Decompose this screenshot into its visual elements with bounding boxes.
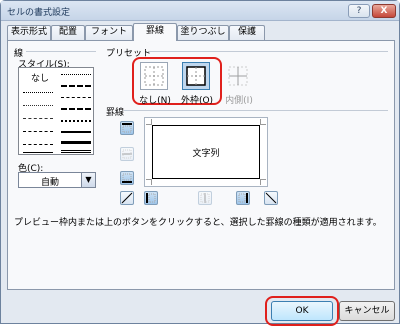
line-style-option[interactable]	[61, 141, 91, 144]
border-middle-horizontal-icon	[122, 149, 132, 159]
window-title: セルの書式設定	[7, 8, 71, 18]
color-dropdown[interactable]: 自動 ▼	[18, 172, 96, 188]
border-bottom-button[interactable]	[120, 171, 134, 185]
line-style-option[interactable]	[61, 97, 91, 98]
line-style-option[interactable]	[23, 152, 53, 153]
preset-group-divider	[148, 51, 388, 52]
line-style-option[interactable]	[61, 150, 91, 153]
help-note: プレビュー枠内または上のボタンをクリックすると、選択した罫線の種類が適用されます…	[14, 218, 382, 228]
line-style-option[interactable]	[23, 105, 53, 106]
diagonal-up-icon	[121, 192, 133, 204]
cancel-button[interactable]: キャンセル	[339, 301, 395, 321]
preview-corner-guide	[260, 119, 266, 125]
preview-corner-guide	[260, 179, 266, 185]
tab-number-format[interactable]: 表示形式	[7, 25, 51, 40]
line-style-option[interactable]	[61, 108, 91, 110]
tab-fill[interactable]: 塗りつぶし	[177, 25, 229, 40]
border-inside-icon	[228, 66, 248, 86]
preset-none-label: なし(N)	[139, 96, 171, 106]
format-cells-dialog: セルの書式設定 ? X 表示形式 配置 フォント 罫線 塗りつぶし 保護 線 ス…	[0, 0, 400, 326]
line-style-option[interactable]	[23, 131, 53, 132]
preview-corner-guide	[146, 179, 152, 185]
border-group-title: 罫線	[106, 108, 125, 118]
border-left-icon	[146, 193, 156, 203]
line-style-option[interactable]	[61, 120, 91, 122]
line-style-option[interactable]	[61, 74, 91, 75]
close-button[interactable]: X	[372, 4, 396, 18]
preset-outline-label: 外枠(O)	[180, 96, 214, 106]
color-value: 自動	[40, 178, 59, 188]
line-style-option[interactable]	[61, 85, 91, 87]
ok-button[interactable]: OK	[271, 301, 333, 321]
border-diagonal-up-button[interactable]	[120, 191, 134, 205]
help-button[interactable]: ?	[348, 4, 370, 18]
border-right-button[interactable]	[236, 191, 250, 205]
diagonal-down-icon	[265, 192, 277, 204]
line-style-option[interactable]	[23, 118, 53, 119]
border-bottom-icon	[122, 173, 132, 183]
border-none-icon	[144, 66, 164, 86]
line-group-divider	[26, 51, 96, 52]
border-preview[interactable]: 文字列	[144, 117, 268, 187]
line-style-option[interactable]	[23, 92, 53, 93]
border-middle-vertical-icon	[200, 193, 210, 203]
tab-alignment[interactable]: 配置	[51, 25, 85, 40]
preview-outline-frame: 文字列	[152, 125, 260, 179]
border-group-divider	[124, 110, 388, 111]
border-top-icon	[122, 123, 132, 133]
border-outline-icon	[186, 66, 206, 86]
border-middle-horizontal-button[interactable]	[120, 147, 134, 161]
line-style-option[interactable]	[61, 131, 91, 133]
preset-inside-label: 内側(I)	[225, 96, 253, 106]
border-right-icon	[238, 193, 248, 203]
tab-border[interactable]: 罫線	[133, 23, 177, 41]
border-top-button[interactable]	[120, 121, 134, 135]
chevron-down-icon[interactable]: ▼	[81, 173, 95, 187]
tab-font[interactable]: フォント	[85, 25, 133, 40]
tab-protection[interactable]: 保護	[229, 25, 265, 40]
preset-inside-button[interactable]	[224, 62, 252, 90]
preset-none-button[interactable]	[140, 62, 168, 90]
title-bar[interactable]: セルの書式設定 ? X	[1, 1, 399, 21]
border-tab-panel: 線 スタイル(S): なし 色(C): 自動 ▼ プリセット なし(N) 外枠(…	[7, 40, 395, 290]
line-style-option[interactable]	[23, 144, 53, 145]
border-left-button[interactable]	[144, 191, 158, 205]
border-diagonal-down-button[interactable]	[264, 191, 278, 205]
style-none-label: なし	[31, 74, 50, 84]
border-middle-vertical-button[interactable]	[198, 191, 212, 205]
line-style-list[interactable]: なし	[18, 67, 94, 155]
preview-text: 文字列	[192, 149, 220, 159]
preset-outline-button[interactable]	[182, 62, 210, 90]
